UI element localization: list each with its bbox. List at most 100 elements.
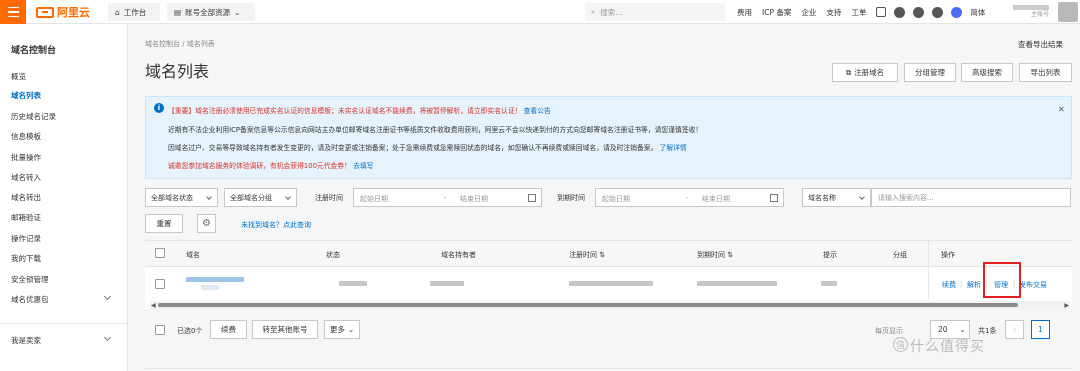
- batch-renew-button[interactable]: 续费: [210, 320, 247, 339]
- account-info[interactable]: 主账号: [1013, 3, 1049, 19]
- col-status: 状态: [326, 251, 340, 259]
- prev-page-button[interactable]: ‹: [1005, 320, 1024, 339]
- col-hint: 提示: [823, 251, 837, 259]
- keyword-input[interactable]: 请输入搜索内容...: [871, 188, 1071, 207]
- top-link-ticket[interactable]: 工单: [851, 7, 866, 18]
- watermark: 什么值得买: [910, 339, 985, 355]
- dns-action[interactable]: 解析: [967, 280, 981, 290]
- logo-text: 阿里云: [57, 6, 90, 19]
- sidebar-item-templates[interactable]: 信息模板: [11, 131, 41, 142]
- search-icon: ⌕: [591, 7, 596, 16]
- horizontal-scrollbar[interactable]: ◀ ▶: [150, 301, 1070, 309]
- top-link-fee[interactable]: 费用: [737, 7, 752, 18]
- notice-line-3: 因域名过户、交易等导致域名持有者发生变更的，请及时变更或注销备案；处于急需续费或…: [168, 144, 687, 152]
- col-reg-time[interactable]: 注册时间 ⇅: [569, 250, 605, 260]
- info-icon: i: [154, 103, 164, 113]
- menu-icon[interactable]: [0, 0, 26, 24]
- advanced-search-button[interactable]: 高级搜索: [961, 63, 1013, 82]
- sidebar-item-op-log[interactable]: 操作记录: [11, 233, 41, 244]
- reg-time-label: 注册时间: [315, 194, 343, 202]
- avatar[interactable]: [1058, 2, 1078, 22]
- chevron-down-icon: ⌄: [234, 7, 241, 17]
- sidebar-item-discount-pack[interactable]: 域名优惠包: [11, 294, 49, 305]
- footer-select-all-checkbox[interactable]: [155, 325, 165, 335]
- workbench-button[interactable]: ⌂ 工作台: [108, 3, 160, 21]
- export-list-button[interactable]: 导出列表: [1019, 63, 1072, 82]
- group-manage-button[interactable]: 分组管理: [904, 63, 956, 82]
- chevron-down-icon: [859, 194, 865, 200]
- cart-icon[interactable]: [913, 6, 925, 18]
- sidebar-item-domain-list[interactable]: 域名列表: [11, 90, 41, 101]
- chevron-down-icon[interactable]: [103, 333, 112, 342]
- transfer-account-button[interactable]: 转至其他账号: [252, 320, 318, 339]
- sidebar-item-history[interactable]: 历史域名记录: [11, 111, 56, 122]
- exp-time-label: 到期时间: [557, 194, 585, 202]
- top-navbar: 阿里云 ⌂ 工作台 ▤ 账号全部资源 ⌄ ⌕ 搜索... 费用 ICP 备案 企…: [0, 0, 1080, 24]
- notice-line-4: 诚邀您参加域名服务的体验调研，有机会获得100元代金券！ 去填写: [168, 162, 374, 170]
- notice-link-survey[interactable]: 去填写: [353, 162, 373, 170]
- gear-icon[interactable]: ⚙: [197, 214, 216, 233]
- domain-sub-blurred: [201, 285, 219, 290]
- notice-link-announcement[interactable]: 查看公告: [524, 107, 551, 115]
- domain-lookup-link[interactable]: 未找到域名？点此查询: [241, 220, 311, 230]
- aliyun-logo-icon: [36, 6, 54, 18]
- sidebar-item-security-lock[interactable]: 安全锁管理: [11, 274, 49, 285]
- breadcrumb[interactable]: 域名控制台 / 域名列表: [145, 39, 215, 49]
- top-link-enterprise[interactable]: 企业: [801, 7, 816, 18]
- more-dropdown[interactable]: 更多 ⌄: [324, 320, 360, 339]
- page-title: 域名列表: [145, 62, 210, 81]
- hint-blurred: [821, 281, 837, 286]
- page-1-button[interactable]: 1: [1031, 320, 1050, 339]
- chevron-down-icon[interactable]: [103, 292, 112, 301]
- calendar-icon: [770, 194, 778, 202]
- domain-name-blurred[interactable]: [186, 277, 244, 282]
- sidebar-item-seller[interactable]: 我是卖家: [11, 335, 41, 346]
- notice-link-details[interactable]: 了解详情: [660, 144, 687, 152]
- scroll-left-icon[interactable]: ◀: [151, 302, 156, 309]
- group-select[interactable]: 全部域名分组: [224, 188, 297, 207]
- close-icon[interactable]: ✕: [1058, 105, 1065, 114]
- sidebar-item-overview[interactable]: 概览: [11, 71, 26, 82]
- reg-date-range[interactable]: 起始日期 - 结束日期: [353, 188, 542, 207]
- page-size-label: 每页显示: [875, 327, 903, 335]
- folder-icon: ▤: [174, 7, 182, 17]
- row-checkbox[interactable]: [155, 279, 165, 289]
- bell-icon[interactable]: [894, 6, 906, 18]
- col-exp-time[interactable]: 到期时间 ⇅: [697, 250, 733, 260]
- scroll-right-icon[interactable]: ▶: [1064, 302, 1069, 309]
- calendar-icon: [528, 194, 536, 202]
- top-link-support[interactable]: 支持: [826, 7, 841, 18]
- lang-switch[interactable]: 简体: [970, 7, 985, 18]
- field-select[interactable]: 域名名称: [802, 188, 871, 207]
- register-domain-button[interactable]: ⧉ 注册域名: [832, 63, 898, 82]
- status-select[interactable]: 全部域名状态: [145, 188, 218, 207]
- terminal-icon[interactable]: [876, 7, 887, 17]
- sidebar-item-batch[interactable]: 批量操作: [11, 152, 41, 163]
- top-link-icp[interactable]: ICP 备案: [762, 7, 791, 18]
- status-blurred: [339, 281, 367, 286]
- exp-time-blurred: [697, 281, 777, 286]
- domain-table: 域名 状态 域名持有者 注册时间 ⇅ 到期时间 ⇅ 提示 分组 操作 续费 | …: [145, 240, 1072, 309]
- ai-assistant-icon[interactable]: [951, 6, 963, 18]
- export-result-link[interactable]: 查看导出结果: [1018, 39, 1063, 50]
- search-input[interactable]: ⌕ 搜索...: [585, 3, 725, 21]
- scrollbar-thumb[interactable]: [158, 303, 1018, 307]
- selected-count: 已选0个: [177, 327, 203, 335]
- publish-trade-action[interactable]: 发布交易: [1019, 280, 1047, 290]
- total-count: 共1条: [978, 327, 997, 335]
- select-all-checkbox[interactable]: [155, 248, 165, 258]
- resources-dropdown[interactable]: ▤ 账号全部资源 ⌄: [167, 3, 255, 21]
- exp-date-range[interactable]: 起始日期 - 结束日期: [595, 188, 784, 207]
- sidebar-title: 域名控制台: [11, 46, 57, 56]
- reset-button[interactable]: 重置: [145, 214, 183, 233]
- sidebar-item-transfer-out[interactable]: 域名转出: [11, 192, 41, 203]
- help-icon[interactable]: [932, 6, 944, 18]
- sidebar-item-email-verify[interactable]: 邮箱验证: [11, 212, 41, 223]
- sidebar-item-transfer-in[interactable]: 域名转入: [11, 172, 41, 183]
- holder-blurred: [430, 281, 464, 286]
- chevron-down-icon: [206, 194, 212, 200]
- sidebar-item-downloads[interactable]: 我的下载: [11, 253, 41, 264]
- aliyun-logo[interactable]: 阿里云: [36, 4, 90, 20]
- notice-line-2: 近期有不法企业利用ICP备案信息等公示信息向网站主办单位邮寄域名注册证书等纸质文…: [168, 126, 703, 134]
- renew-action[interactable]: 续费: [942, 280, 956, 290]
